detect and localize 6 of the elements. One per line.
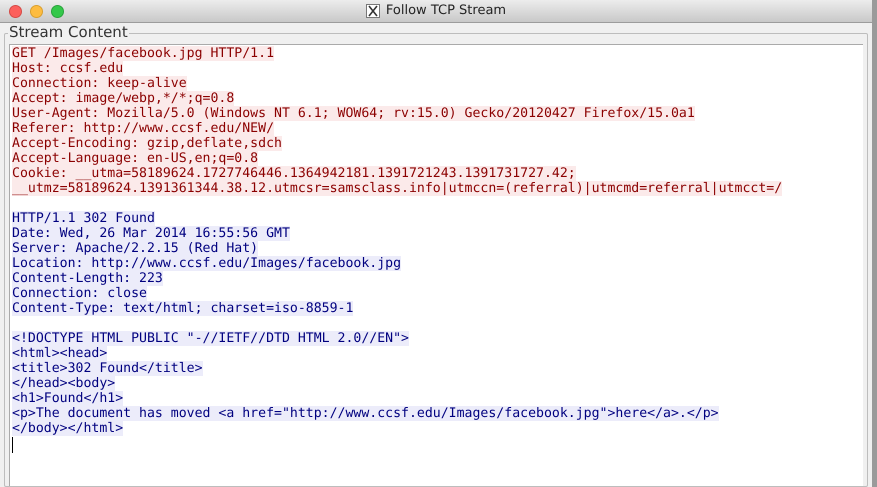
x-logo-icon xyxy=(366,4,380,18)
zoom-button[interactable] xyxy=(51,4,64,18)
minimize-button[interactable] xyxy=(30,4,43,18)
window-title: Follow TCP Stream xyxy=(386,2,506,20)
close-button[interactable] xyxy=(9,4,22,18)
text-cursor xyxy=(12,437,13,453)
